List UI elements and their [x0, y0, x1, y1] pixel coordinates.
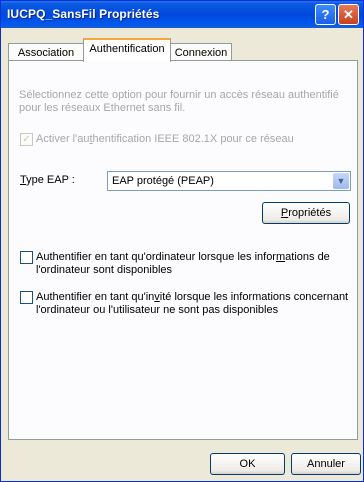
computer-auth-checkbox[interactable]: [20, 251, 33, 264]
help-button[interactable]: ?: [315, 4, 336, 25]
enable-8021x-label-pre: Activer l'au: [36, 133, 90, 145]
auth-description: Sélectionnez cette option pour fournir u…: [19, 89, 339, 114]
cancel-button[interactable]: Annuler: [291, 453, 361, 475]
enable-8021x-checkbox[interactable]: ✓: [20, 133, 33, 146]
title-bar[interactable]: IUCPQ_SansFil Propriétés ? ✕: [1, 1, 363, 28]
computer-auth-line1-pre: Authentifier en tant qu'ordinateur lorsq…: [36, 251, 276, 263]
guest-auth-checkbox[interactable]: [20, 291, 33, 304]
authentication-panel: Sélectionnez cette option pour fournir u…: [8, 60, 358, 440]
computer-auth-line1-post: ations de: [285, 251, 330, 263]
ok-button[interactable]: OK: [210, 453, 285, 475]
close-button[interactable]: ✕: [338, 4, 359, 25]
properties-dialog: IUCPQ_SansFil Propriétés ? ✕ Association…: [0, 0, 364, 482]
guest-auth-line1-post: ité lorsque les informations concernant: [159, 291, 349, 303]
eap-type-dropdown[interactable]: EAP protégé (PEAP) ▼: [107, 171, 351, 191]
checkmark-icon: ✓: [22, 134, 31, 145]
computer-auth-line1: Authentifier en tant qu'ordinateur lorsq…: [36, 251, 330, 264]
tab-connexion[interactable]: Connexion: [170, 43, 232, 61]
guest-auth-label: Authentifier en tant qu'invité lorsque l…: [36, 291, 348, 317]
enable-8021x-label: Activer l'authentification IEEE 802.1X p…: [36, 133, 294, 146]
guest-auth-line1: Authentifier en tant qu'invité lorsque l…: [36, 291, 348, 304]
properties-button-rest: ropriétés: [288, 207, 332, 219]
eap-type-value: EAP protégé (PEAP): [112, 175, 214, 187]
computer-auth-line2: l'ordinateur sont disponibles: [36, 264, 173, 276]
eap-type-label: Type EAP :: [20, 174, 75, 187]
eap-type-label-rest: ype EAP :: [26, 174, 75, 186]
tab-association[interactable]: Association: [8, 43, 84, 61]
enable-8021x-label-post: hentification IEEE 802.1X pour ce réseau: [92, 133, 294, 145]
tab-authentification[interactable]: Authentification: [83, 38, 171, 62]
computer-auth-label: Authentifier en tant qu'ordinateur lorsq…: [36, 251, 330, 277]
window-title: IUCPQ_SansFil Propriétés: [7, 7, 160, 21]
guest-auth-line2: l'ordinateur ou l'utilisateur ne sont pa…: [36, 304, 279, 316]
guest-auth-line1-pre: Authentifier en tant qu'in: [36, 291, 155, 303]
computer-auth-line1-key: m: [275, 251, 286, 263]
properties-button[interactable]: Propriétés: [262, 202, 350, 224]
chevron-down-icon[interactable]: ▼: [333, 173, 349, 189]
